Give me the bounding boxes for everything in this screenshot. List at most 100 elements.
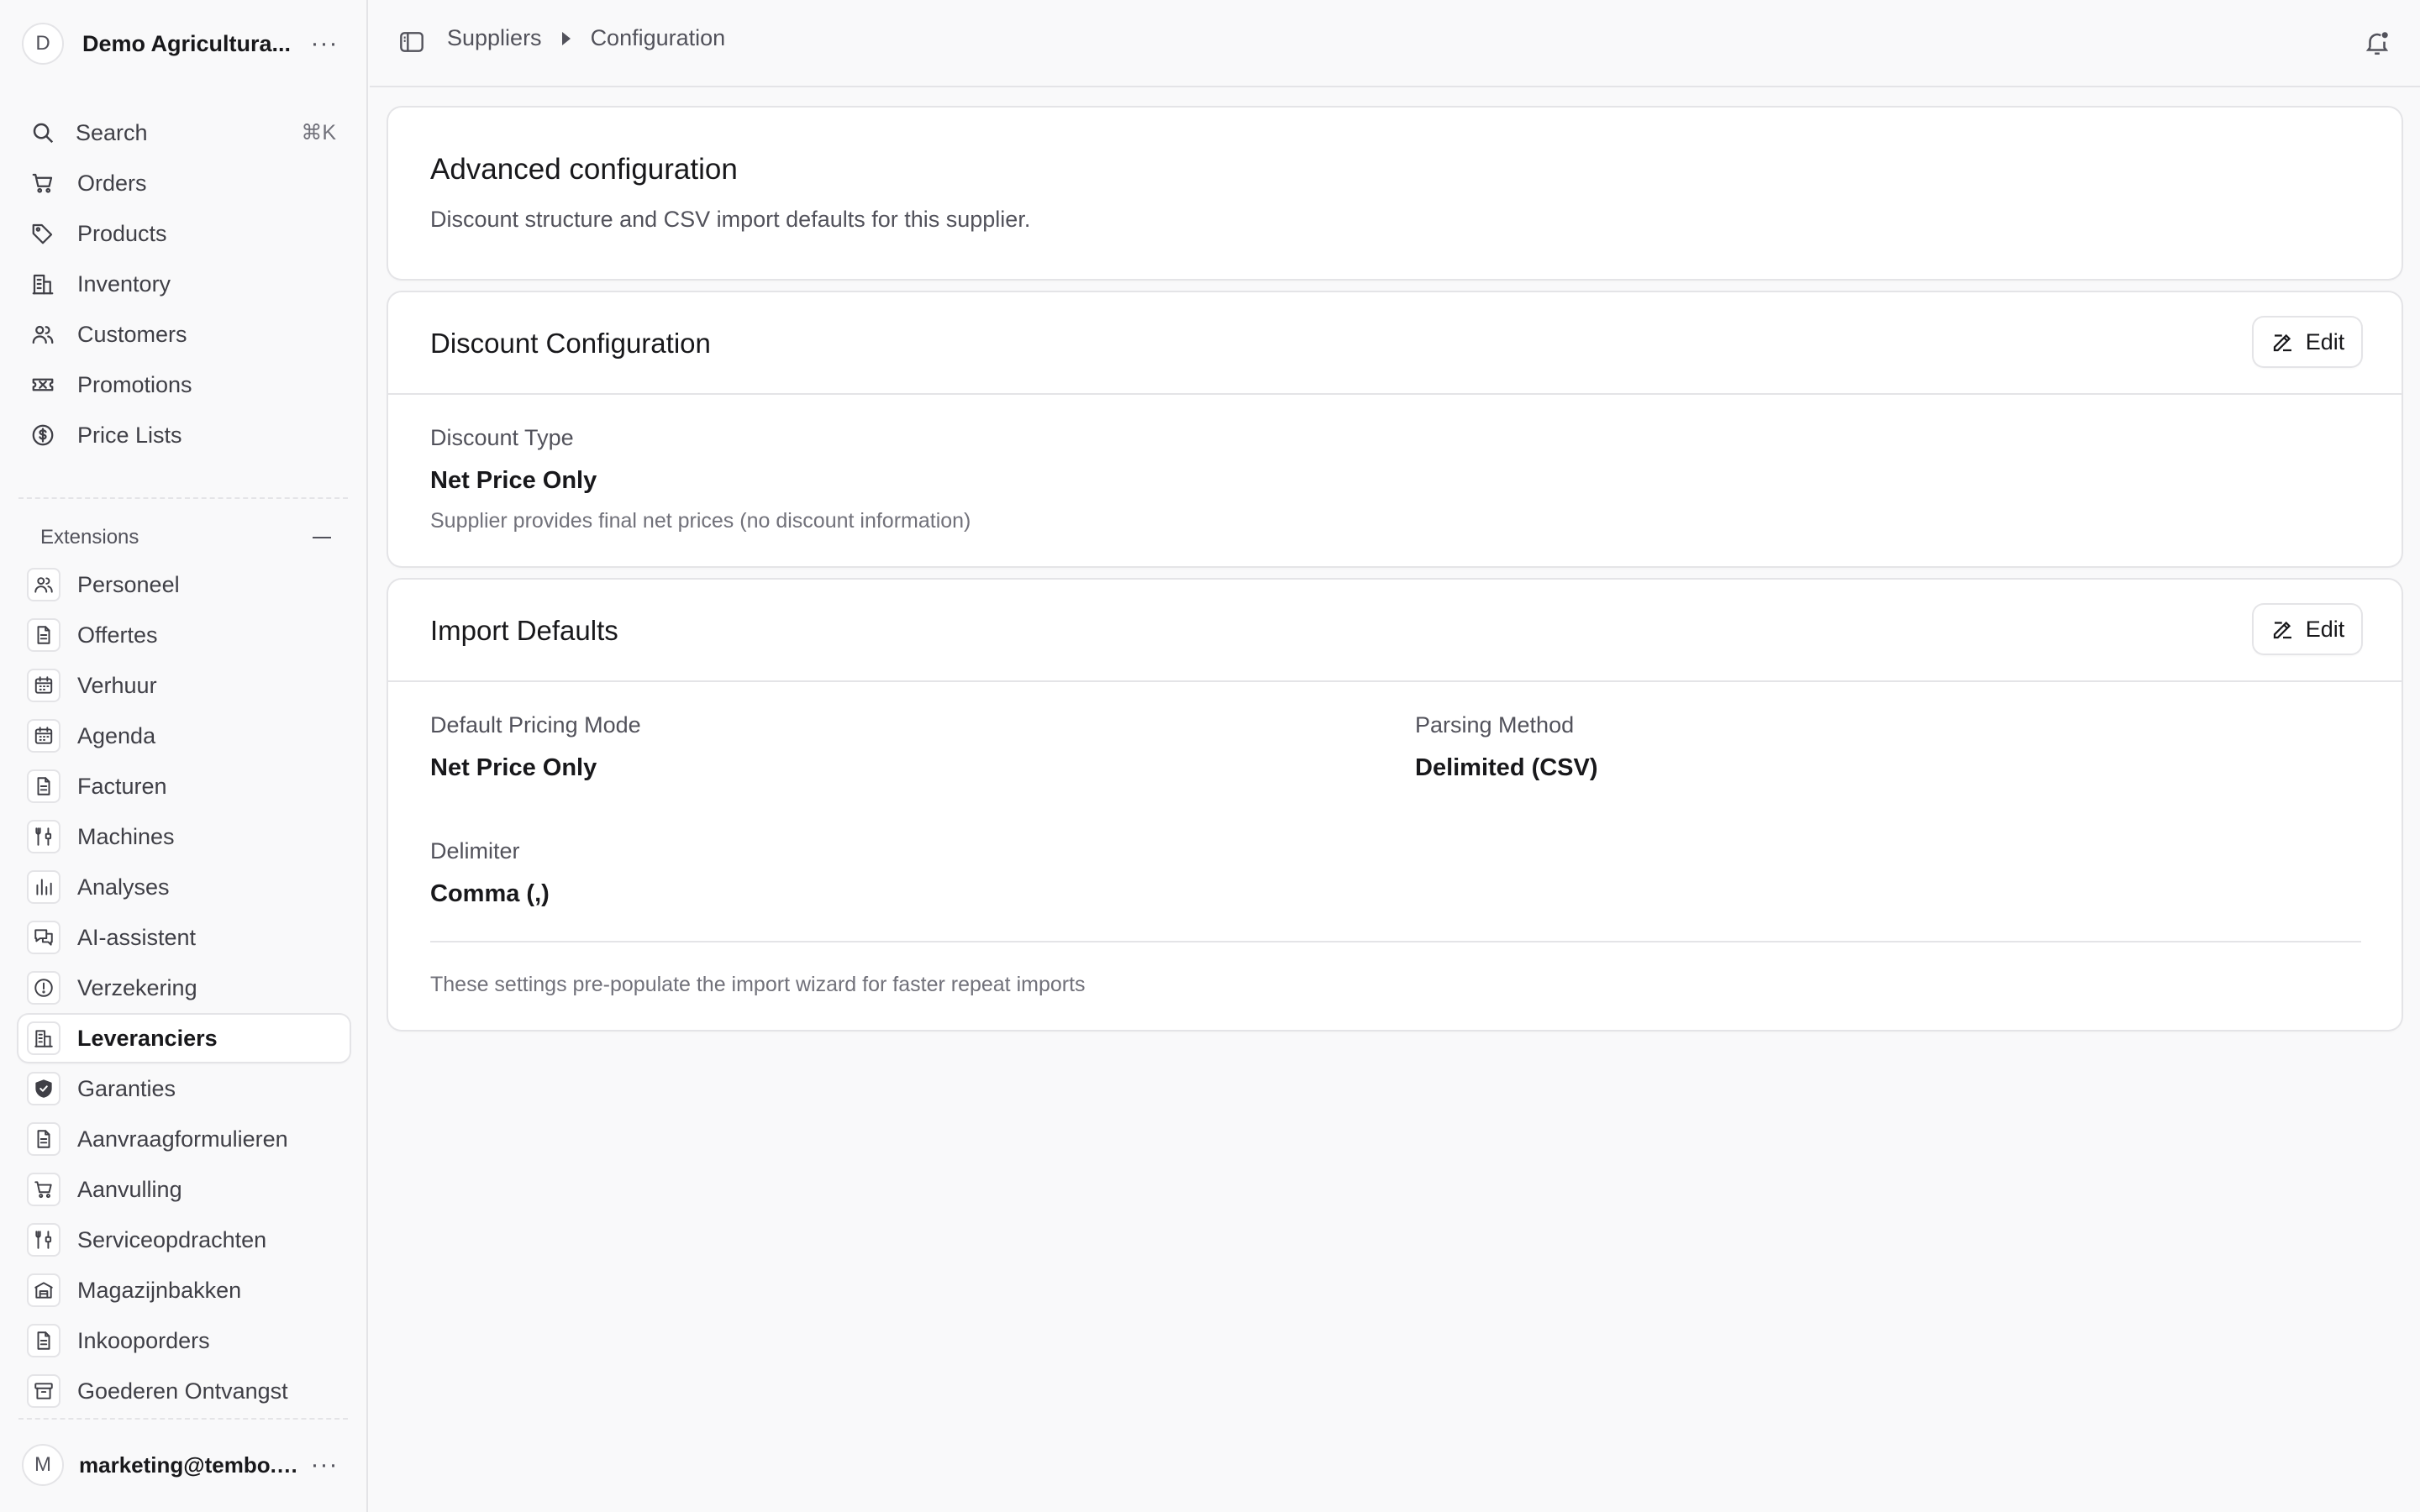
sidebar-item-inventory[interactable]: Inventory bbox=[18, 259, 350, 309]
notification-bell-icon[interactable] bbox=[2363, 29, 2391, 57]
extensions-header[interactable]: Extensions bbox=[40, 521, 331, 554]
pricing-mode-value: Net Price Only bbox=[430, 754, 597, 781]
document-icon bbox=[27, 618, 60, 652]
collapse-icon[interactable] bbox=[313, 537, 331, 538]
extension-item-label: Analyses bbox=[77, 874, 170, 900]
sidebar-divider-bottom bbox=[18, 1418, 348, 1420]
sidebar-item-label: Promotions bbox=[77, 371, 192, 397]
extension-item-serviceopdrachten[interactable]: Serviceopdrachten bbox=[18, 1216, 350, 1263]
extension-item-label: Leveranciers bbox=[77, 1025, 218, 1051]
discount-type-value: Net Price Only bbox=[430, 467, 597, 494]
import-edit-label: Edit bbox=[2305, 616, 2345, 642]
user-avatar: M bbox=[22, 1444, 64, 1486]
extension-item-label: Agenda bbox=[77, 722, 156, 748]
extension-item-inkooporders[interactable]: Inkooporders bbox=[18, 1317, 350, 1364]
discount-type-help: Supplier provides final net prices (no d… bbox=[430, 509, 971, 533]
extension-item-label: Facturen bbox=[77, 773, 167, 799]
extension-item-label: Goederen Ontvangst bbox=[77, 1378, 288, 1404]
sidebar-item-label: Orders bbox=[77, 170, 147, 196]
chevron-right-icon bbox=[561, 31, 571, 45]
store-menu-icon[interactable]: ··· bbox=[308, 27, 341, 60]
extension-item-label: Personeel bbox=[77, 571, 180, 597]
extension-item-aanvraagformulieren[interactable]: Aanvraagformulieren bbox=[18, 1116, 350, 1163]
search-icon bbox=[33, 123, 54, 144]
sidebar-item-label: Price Lists bbox=[77, 422, 182, 448]
discount-type-label: Discount Type bbox=[430, 425, 574, 450]
extension-item-aanvulling[interactable]: Aanvulling bbox=[18, 1166, 350, 1213]
extension-item-magazijnbakken[interactable]: Magazijnbakken bbox=[18, 1267, 350, 1314]
sidebar-item-orders[interactable]: Orders bbox=[18, 158, 350, 208]
extension-item-agenda[interactable]: Agenda bbox=[18, 712, 350, 759]
delimiter-value: Comma (,) bbox=[430, 880, 550, 907]
search-button[interactable]: Search ⌘K bbox=[18, 108, 350, 158]
bar-chart-icon bbox=[27, 870, 60, 904]
import-defaults-card: Import Defaults Edit Default Pricing Mod… bbox=[388, 580, 2402, 1030]
store-name: Demo Agricultura... bbox=[82, 30, 292, 56]
cart-icon bbox=[27, 1173, 60, 1206]
extension-item-verzekering[interactable]: Verzekering bbox=[18, 964, 350, 1011]
store-switcher[interactable]: D Demo Agricultura... ··· bbox=[22, 20, 341, 67]
extension-item-goederen-ontvangst[interactable]: Goederen Ontvangst bbox=[18, 1368, 350, 1415]
extension-item-label: Aanvulling bbox=[77, 1176, 182, 1202]
sidebar-item-promotions[interactable]: Promotions bbox=[18, 360, 350, 410]
breadcrumb: Suppliers Configuration bbox=[447, 25, 725, 51]
alert-circle-icon bbox=[27, 971, 60, 1005]
extension-item-garanties[interactable]: Garanties bbox=[18, 1065, 350, 1112]
extension-item-ai-assistent[interactable]: AI-assistent bbox=[18, 914, 350, 961]
parsing-method-value: Delimited (CSV) bbox=[1415, 754, 1598, 781]
warehouse-icon bbox=[27, 1273, 60, 1307]
archive-icon bbox=[27, 1374, 60, 1408]
user-more-icon[interactable]: ··· bbox=[308, 1448, 341, 1482]
main-nav: Search ⌘K Orders Products Inventory Custome… bbox=[18, 108, 350, 460]
tag-icon bbox=[32, 223, 53, 244]
document-icon bbox=[27, 1324, 60, 1357]
extension-item-machines[interactable]: Machines bbox=[18, 813, 350, 860]
document-icon bbox=[27, 769, 60, 803]
extension-item-leveranciers[interactable]: Leveranciers bbox=[18, 1015, 350, 1062]
dollar-circle-icon bbox=[32, 424, 54, 446]
calendar-icon bbox=[27, 719, 60, 753]
import-edit-button[interactable]: Edit bbox=[2254, 605, 2361, 654]
search-shortcut: ⌘K bbox=[301, 121, 336, 144]
extension-item-label: Machines bbox=[77, 823, 175, 849]
extension-item-label: Inkooporders bbox=[77, 1327, 210, 1353]
breadcrumb-suppliers[interactable]: Suppliers bbox=[447, 25, 542, 51]
extension-item-label: Aanvraagformulieren bbox=[77, 1126, 288, 1152]
store-avatar: D bbox=[22, 23, 64, 65]
sidebar-item-customers[interactable]: Customers bbox=[18, 309, 350, 360]
import-footer-note: These settings pre-populate the import w… bbox=[430, 973, 1086, 996]
discount-edit-button[interactable]: Edit bbox=[2254, 318, 2361, 366]
document-icon bbox=[27, 1122, 60, 1156]
extension-item-analyses[interactable]: Analyses bbox=[18, 864, 350, 911]
shield-check-icon bbox=[27, 1072, 60, 1105]
user-email: marketing@tembo.lo... bbox=[79, 1452, 299, 1478]
sidebar-divider bbox=[18, 497, 348, 499]
discount-edit-label: Edit bbox=[2305, 328, 2345, 354]
extension-item-facturen[interactable]: Facturen bbox=[18, 763, 350, 810]
building-icon bbox=[27, 1021, 60, 1055]
user-menu[interactable]: M marketing@tembo.lo... ··· bbox=[22, 1441, 341, 1488]
card-divider bbox=[388, 680, 2402, 682]
advanced-config-card: Advanced configuration Discount structur… bbox=[388, 108, 2402, 279]
extension-item-label: Garanties bbox=[77, 1075, 176, 1101]
cart-icon bbox=[32, 173, 53, 193]
sidebar-item-products[interactable]: Products bbox=[18, 208, 350, 259]
sidebar-item-price-lists[interactable]: Price Lists bbox=[18, 410, 350, 460]
extension-item-offertes[interactable]: Offertes bbox=[18, 612, 350, 659]
sidebar-item-label: Customers bbox=[77, 321, 187, 347]
extension-item-verhuur[interactable]: Verhuur bbox=[18, 662, 350, 709]
sidebar-toggle-icon[interactable] bbox=[398, 29, 425, 55]
import-title: Import Defaults bbox=[430, 615, 618, 646]
tools-icon bbox=[27, 1223, 60, 1257]
calendar-icon bbox=[27, 669, 60, 702]
edit-icon bbox=[2273, 333, 2291, 352]
tools-icon bbox=[27, 820, 60, 853]
sidebar-item-label: Inventory bbox=[77, 270, 171, 297]
extension-item-personeel[interactable]: Personeel bbox=[18, 561, 350, 608]
delimiter-label: Delimiter bbox=[430, 838, 520, 864]
extensions-list: Personeel Offertes Verhuur Agenda Facturen Ma… bbox=[18, 561, 350, 1418]
search-label: Search bbox=[76, 119, 148, 145]
extension-item-label: Verzekering bbox=[77, 974, 197, 1000]
users-icon bbox=[32, 325, 54, 344]
pricing-mode-label: Default Pricing Mode bbox=[430, 712, 641, 738]
